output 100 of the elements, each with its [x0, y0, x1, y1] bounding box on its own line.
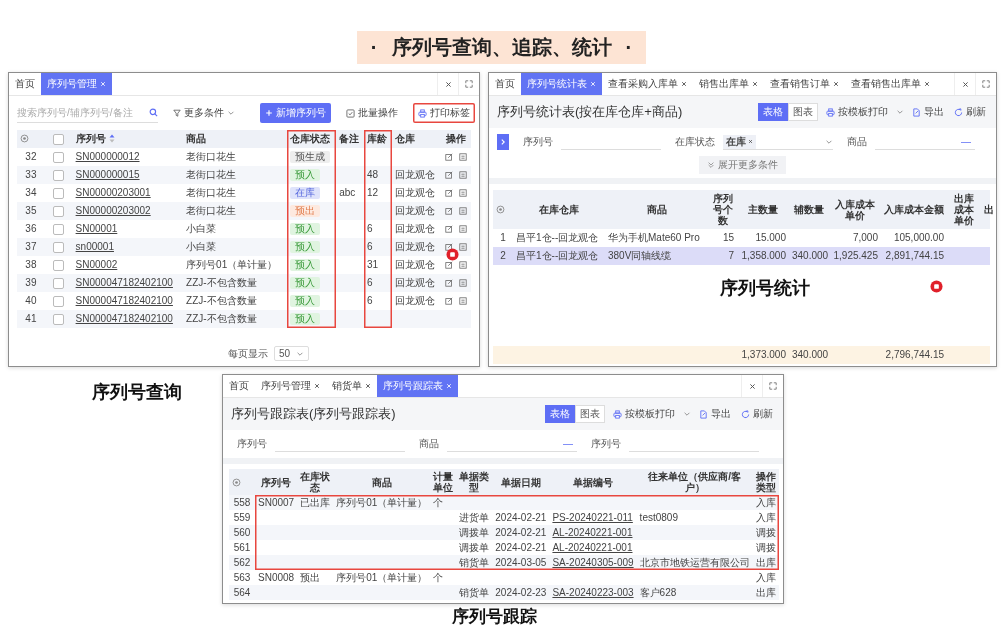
print-button[interactable]: 按模板打印: [611, 406, 677, 422]
refresh-button[interactable]: 刷新: [952, 104, 988, 120]
tab-close-icon[interactable]: [365, 383, 371, 389]
settings-icon[interactable]: [496, 205, 505, 214]
tab[interactable]: 查看采购入库单: [602, 73, 693, 95]
row-checkbox[interactable]: [53, 151, 65, 163]
serial-link[interactable]: sn00001: [75, 240, 114, 252]
document-link[interactable]: AL-20240221-001: [552, 542, 633, 553]
list-icon[interactable]: [458, 153, 467, 162]
edit-icon[interactable]: [444, 171, 453, 180]
select-all-checkbox[interactable]: [53, 133, 65, 145]
tab[interactable]: 查看销售订单: [764, 73, 845, 95]
document-link[interactable]: AL-20240221-001: [552, 527, 633, 538]
tab-close-icon[interactable]: [752, 81, 758, 87]
settings-icon[interactable]: [20, 134, 29, 144]
fullscreen-icon[interactable]: [769, 382, 777, 390]
export-icon: [912, 107, 921, 117]
edit-icon[interactable]: [444, 297, 453, 306]
list-icon[interactable]: [458, 171, 467, 180]
row-checkbox[interactable]: [53, 187, 65, 199]
row-checkbox[interactable]: [53, 259, 65, 271]
edit-icon[interactable]: [444, 279, 453, 288]
document-link[interactable]: PS-20240221-011: [552, 512, 633, 523]
list-icon[interactable]: [458, 189, 467, 198]
tab[interactable]: 序列号管理: [41, 73, 112, 95]
settings-icon[interactable]: [232, 477, 241, 487]
row-checkbox[interactable]: [53, 169, 65, 181]
tab[interactable]: 首页: [223, 375, 255, 397]
tab-close-icon[interactable]: [681, 81, 687, 87]
export-button[interactable]: 导出: [697, 406, 733, 422]
action-button[interactable]: 打印标签: [413, 103, 475, 123]
serial-link[interactable]: SN000047182402100: [75, 294, 173, 306]
action-button[interactable]: 批量操作: [341, 103, 403, 123]
serial-link[interactable]: SN000047182402100: [75, 312, 173, 324]
tab-close-icon[interactable]: [924, 81, 930, 87]
document-link[interactable]: SA-20240305-009: [552, 557, 634, 568]
list-icon[interactable]: [458, 297, 467, 306]
row-checkbox[interactable]: [53, 205, 65, 217]
row-checkbox[interactable]: [53, 241, 65, 253]
table-row[interactable]: 2 昌平1仓--回龙观仓 380V同轴线缆 7 1,358.000 340.000 1,925.425 2,891,744.15: [493, 247, 990, 265]
tab[interactable]: 销货单: [326, 375, 377, 397]
table-cell: 6: [363, 237, 392, 256]
list-icon[interactable]: [458, 243, 467, 252]
tab-close-icon[interactable]: [314, 383, 320, 389]
serial-link[interactable]: SN00002: [75, 258, 118, 270]
tab[interactable]: 序列号跟踪表: [377, 375, 458, 397]
view-tab[interactable]: 表格: [545, 405, 575, 423]
export-button[interactable]: 导出: [910, 104, 946, 120]
tab-close-icon[interactable]: [833, 81, 839, 87]
filter-tag[interactable]: 在库: [723, 134, 756, 149]
close-icon[interactable]: [961, 80, 969, 88]
edit-icon[interactable]: [444, 243, 453, 252]
range-field[interactable]: —: [447, 436, 577, 452]
list-icon[interactable]: [458, 279, 467, 288]
document-link[interactable]: SA-20240223-003: [552, 587, 634, 598]
serial-link[interactable]: SN00000203002: [75, 204, 151, 216]
view-tab[interactable]: 表格: [758, 103, 788, 121]
view-tab[interactable]: 图表: [788, 103, 818, 121]
tab[interactable]: 销售出库单: [693, 73, 764, 95]
close-icon[interactable]: [444, 80, 452, 88]
row-checkbox[interactable]: [53, 277, 65, 289]
dropdown-icon[interactable]: [896, 108, 904, 116]
list-icon[interactable]: [458, 261, 467, 270]
filter-button[interactable]: 更多条件: [168, 103, 240, 123]
fullscreen-icon[interactable]: [982, 80, 990, 88]
expand-button[interactable]: [497, 134, 509, 150]
tab[interactable]: 序列号管理: [255, 375, 326, 397]
serial-link[interactable]: SN000000015: [75, 168, 140, 180]
tab[interactable]: 首页: [9, 73, 41, 95]
edit-icon[interactable]: [444, 207, 453, 216]
sort-icon[interactable]: [108, 134, 115, 144]
search-field[interactable]: 搜索序列号/辅序列号/备注: [17, 103, 158, 123]
list-icon[interactable]: [458, 207, 467, 216]
tab[interactable]: 查看销售出库单: [845, 73, 936, 95]
edit-icon[interactable]: [444, 189, 453, 198]
page-size-select[interactable]: 50: [273, 346, 309, 361]
close-icon[interactable]: [748, 382, 756, 390]
dropdown-icon[interactable]: [683, 410, 691, 418]
row-checkbox[interactable]: [53, 223, 65, 235]
edit-icon[interactable]: [444, 261, 453, 270]
action-button[interactable]: 新增序列号: [260, 103, 331, 123]
fullscreen-icon[interactable]: [465, 80, 473, 88]
serial-link[interactable]: SN00000203001: [75, 186, 151, 198]
view-tab[interactable]: 图表: [575, 405, 605, 423]
tab[interactable]: 首页: [489, 73, 521, 95]
edit-icon[interactable]: [444, 153, 453, 162]
range-field[interactable]: —: [875, 134, 975, 150]
more-filters-button[interactable]: 展开更多条件: [699, 156, 786, 174]
serial-link[interactable]: SN00001: [75, 222, 118, 234]
row-checkbox[interactable]: [53, 295, 65, 307]
refresh-button[interactable]: 刷新: [739, 406, 775, 422]
list-icon[interactable]: [458, 225, 467, 234]
print-button[interactable]: 按模板打印: [824, 104, 890, 120]
serial-link[interactable]: SN000000012: [75, 150, 140, 162]
row-checkbox[interactable]: [53, 313, 65, 325]
table-cell-text: 回龙观仓: [393, 275, 436, 290]
tab[interactable]: 序列号统计表: [521, 73, 602, 95]
select-field[interactable]: 在库: [723, 134, 833, 150]
serial-link[interactable]: SN000047182402100: [75, 276, 173, 288]
edit-icon[interactable]: [444, 225, 453, 234]
